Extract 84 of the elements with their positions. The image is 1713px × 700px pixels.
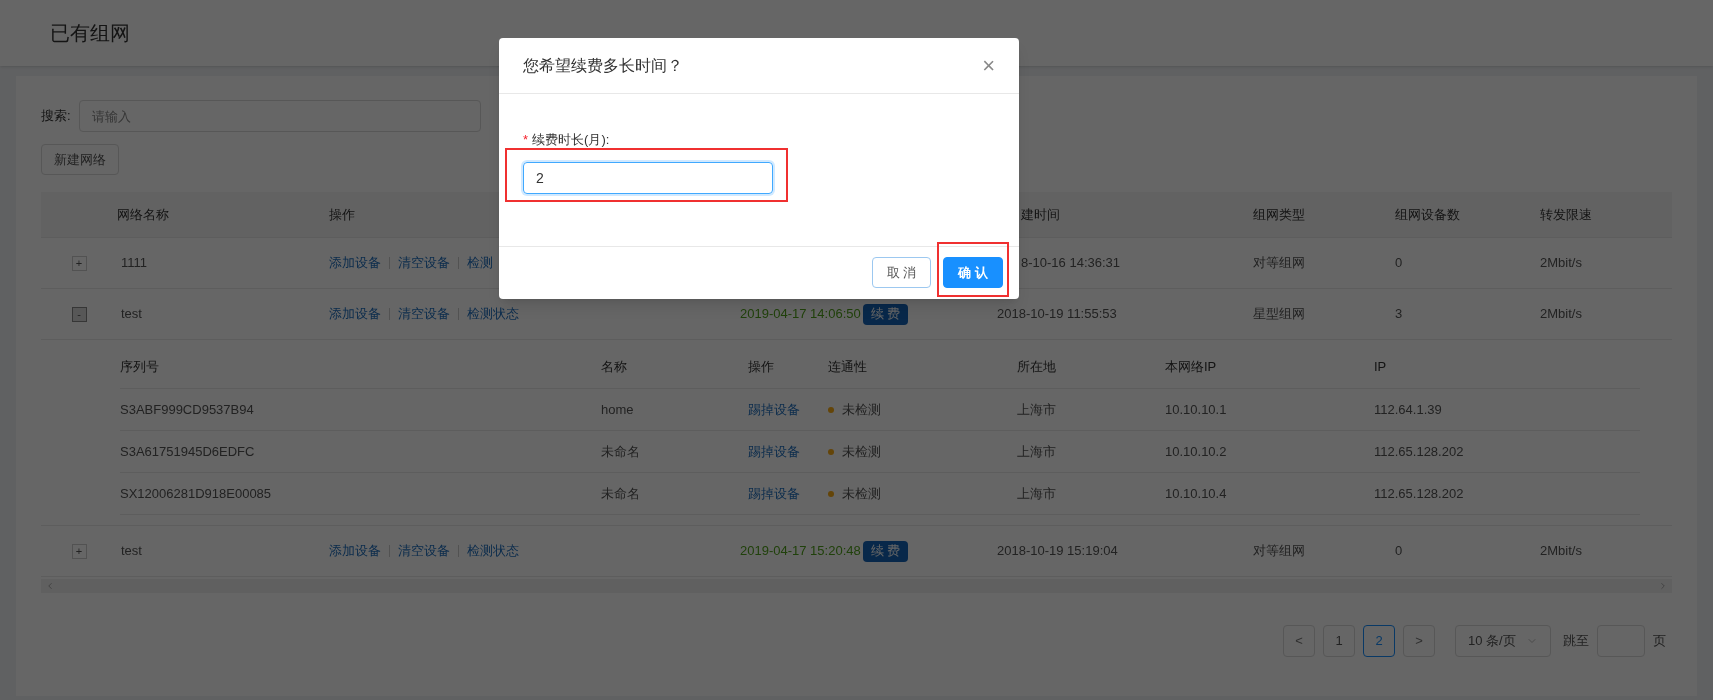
action-link[interactable]: 清空设备 bbox=[398, 304, 450, 324]
device-count: 3 bbox=[1395, 305, 1404, 324]
location: 上海市 bbox=[1017, 442, 1057, 461]
column-header: 名称 bbox=[601, 357, 628, 376]
public-ip: 112.65.128.202 bbox=[1374, 484, 1465, 503]
column-header: 本网络IP bbox=[1165, 357, 1218, 376]
highlight-frame bbox=[937, 241, 1009, 297]
new-network-button[interactable]: 新建网络 bbox=[41, 144, 119, 175]
action-link[interactable]: 添加设备 bbox=[329, 541, 381, 561]
created-time: 8-10-16 14:36:31 bbox=[1020, 254, 1122, 273]
page-title: 已有组网 bbox=[50, 21, 130, 46]
created-time: 2018-10-19 11:55:53 bbox=[997, 305, 1118, 324]
lan-ip: 10.10.10.4 bbox=[1165, 484, 1228, 503]
network-type: 对等组网 bbox=[1253, 542, 1306, 561]
action-link[interactable]: 清空设备 bbox=[398, 541, 450, 561]
column-header: 序列号 bbox=[120, 357, 160, 376]
column-header: IP bbox=[1374, 357, 1388, 376]
public-ip: 112.65.128.202 bbox=[1374, 442, 1465, 461]
column-header: 转发限速 bbox=[1540, 205, 1593, 224]
lan-ip: 10.10.10.1 bbox=[1165, 400, 1228, 419]
column-header: 组网设备数 bbox=[1395, 205, 1461, 224]
speed-limit: 2Mbit/s bbox=[1540, 305, 1583, 324]
network-name: test bbox=[120, 542, 143, 561]
column-header: 连通性 bbox=[828, 357, 868, 376]
renew-button[interactable]: 续 费 bbox=[862, 303, 909, 325]
page-size-select[interactable]: 10 条/页 bbox=[1455, 625, 1551, 657]
cancel-button[interactable]: 取 消 bbox=[871, 257, 932, 288]
action-link[interactable]: 检测 bbox=[467, 253, 493, 273]
network-name: 1111 bbox=[120, 254, 149, 273]
network-type: 对等组网 bbox=[1253, 254, 1306, 273]
network-name: test bbox=[120, 305, 143, 324]
device-name: 未命名 bbox=[601, 484, 641, 503]
expand-toggle[interactable]: + bbox=[71, 543, 87, 559]
public-ip: 112.64.1.39 bbox=[1374, 400, 1443, 419]
search-label: 搜索: bbox=[41, 107, 71, 126]
column-header: 建时间 bbox=[1020, 205, 1061, 224]
dialog-title: 您希望续费多长时间？ bbox=[523, 55, 683, 76]
action-link[interactable]: 清空设备 bbox=[398, 253, 450, 273]
location: 上海市 bbox=[1017, 400, 1057, 419]
device-count: 0 bbox=[1395, 254, 1404, 273]
column-header: 网络名称 bbox=[117, 205, 170, 224]
serial-number: S3ABF999CD9537B94 bbox=[120, 400, 255, 419]
expand-toggle[interactable]: + bbox=[71, 255, 87, 271]
jump-label: 跳至 bbox=[1563, 632, 1589, 651]
device-count: 0 bbox=[1395, 542, 1404, 561]
renew-button[interactable]: 续 费 bbox=[862, 540, 909, 562]
connectivity-status: 未检测 bbox=[842, 442, 881, 461]
speed-limit: 2Mbit/s bbox=[1540, 542, 1583, 561]
serial-number: SX12006281D918E00085 bbox=[120, 484, 273, 503]
device-name: home bbox=[601, 400, 635, 419]
device-name: 未命名 bbox=[601, 442, 641, 461]
next-page-button[interactable]: > bbox=[1403, 625, 1435, 657]
page-button[interactable]: 2 bbox=[1363, 625, 1395, 657]
network-type: 星型组网 bbox=[1253, 305, 1306, 324]
confirm-button[interactable]: 确 认 bbox=[943, 257, 1003, 288]
expiry-time: 2019-04-17 14:06:50 bbox=[740, 305, 861, 324]
connectivity-status: 未检测 bbox=[842, 484, 881, 503]
action-link[interactable]: 添加设备 bbox=[329, 304, 381, 324]
action-link[interactable]: 添加设备 bbox=[329, 253, 381, 273]
action-link[interactable]: 检测状态 bbox=[467, 304, 519, 324]
lan-ip: 10.10.10.2 bbox=[1165, 442, 1228, 461]
expand-toggle[interactable]: - bbox=[71, 306, 87, 322]
created-time: 2018-10-19 15:19:04 bbox=[997, 542, 1119, 561]
column-header: 操作 bbox=[329, 205, 356, 224]
field-label: 续费时长(月): bbox=[532, 131, 610, 149]
column-header: 所在地 bbox=[1017, 357, 1057, 376]
serial-number: S3A61751945D6EDFC bbox=[120, 442, 256, 461]
close-button[interactable]: × bbox=[982, 54, 995, 77]
required-mark: * bbox=[523, 131, 529, 149]
kick-device-link[interactable]: 踢掉设备 bbox=[748, 399, 828, 420]
speed-limit: 2Mbit/s bbox=[1540, 254, 1583, 273]
connectivity-status: 未检测 bbox=[842, 400, 881, 419]
location: 上海市 bbox=[1017, 484, 1057, 503]
kick-device-link[interactable]: 踢掉设备 bbox=[748, 441, 828, 462]
previous-page-button[interactable]: < bbox=[1283, 625, 1315, 657]
renew-months-field[interactable]: 2 bbox=[523, 161, 773, 194]
expiry-time: 2019-04-17 15:20:48 bbox=[740, 542, 861, 561]
kick-device-link[interactable]: 踢掉设备 bbox=[748, 483, 828, 504]
column-header: 组网类型 bbox=[1253, 205, 1306, 224]
action-link[interactable]: 检测状态 bbox=[467, 541, 519, 561]
horizontal-scrollbar[interactable] bbox=[41, 579, 1672, 593]
page-suffix: 页 bbox=[1653, 632, 1666, 651]
column-header: 操作 bbox=[748, 357, 775, 376]
page-button[interactable]: 1 bbox=[1323, 625, 1355, 657]
